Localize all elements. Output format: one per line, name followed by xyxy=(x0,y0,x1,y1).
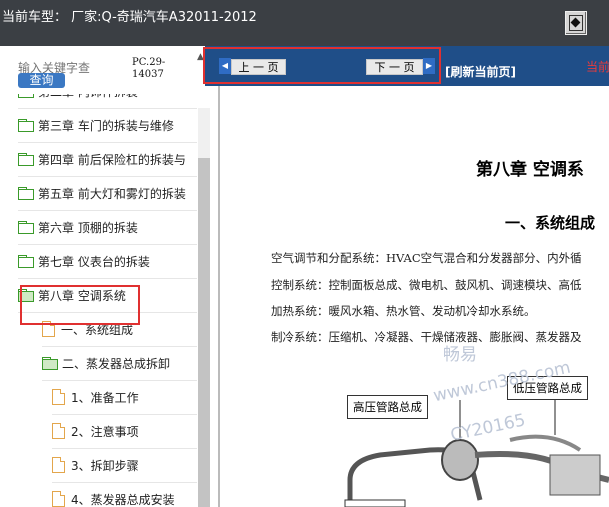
tree-item[interactable]: 4、蒸发器总成安装 xyxy=(52,482,197,507)
tree-scrollbar[interactable] xyxy=(198,108,210,507)
folder-icon xyxy=(18,119,34,132)
tree-item[interactable]: 第五章 前大灯和雾灯的拆装 xyxy=(18,176,197,211)
paragraph-control: 控制系统：控制面板总成、微电机、鼓风机、调速模块、高低 xyxy=(271,278,582,292)
tree-item[interactable]: 第二章 内饰件拆装 xyxy=(18,94,197,109)
folder-icon xyxy=(18,187,34,200)
tree-item[interactable]: 第七章 仪表台的拆装 xyxy=(18,244,197,279)
tree-item-label: 2、注意事项 xyxy=(71,424,139,439)
refresh-page-link[interactable]: [刷新当前页] xyxy=(445,63,516,80)
document-icon xyxy=(52,423,65,439)
document-icon xyxy=(52,491,65,507)
tree-item-label: 第三章 车门的拆装与维修 xyxy=(38,118,174,133)
current-page-label: 当前 xyxy=(586,60,609,74)
document-divider xyxy=(218,86,220,507)
search-button[interactable]: 查询 xyxy=(18,73,65,88)
window-toggle-button[interactable] xyxy=(565,11,587,35)
high-pressure-label: 高压管路总成 xyxy=(347,395,428,419)
tree-item[interactable]: 3、拆卸步骤 xyxy=(52,448,197,483)
top-header-bar: 当前车型： 厂家:Q-奇瑞汽车A32011-2012 xyxy=(0,0,609,46)
tree-item-label: 1、准备工作 xyxy=(71,390,139,405)
folder-icon xyxy=(18,221,34,234)
watermark-brand: 畅易 xyxy=(443,345,477,365)
pc-code-label: PC.29-14037 xyxy=(132,57,166,80)
document-icon xyxy=(52,389,65,405)
tree-item-label: 第六章 顶棚的拆装 xyxy=(38,220,138,235)
tree-item-label: 3、拆卸步骤 xyxy=(71,458,139,473)
tree-item[interactable]: 1、准备工作 xyxy=(52,380,197,415)
tree-item-label: 二、蒸发器总成拆卸 xyxy=(62,356,171,371)
chapter-title: 第八章 空调系 xyxy=(476,160,584,180)
tree-scrollbar-thumb[interactable] xyxy=(198,158,210,507)
tree-item[interactable]: 第六章 顶棚的拆装 xyxy=(18,210,197,245)
left-panel: 查询 PC.29-14037 ▲ 第二章 内饰件拆装第三章 车门的拆装与维修第四… xyxy=(0,46,215,507)
highlight-box-chapter8 xyxy=(20,285,140,325)
tree-item[interactable]: 第四章 前后保险杠的拆装与 xyxy=(18,142,197,177)
tree-item-label: 第五章 前大灯和雾灯的拆装 xyxy=(38,186,186,201)
folder-icon xyxy=(18,153,34,166)
tree-item-label: 第四章 前后保险杠的拆装与 xyxy=(38,152,186,167)
folder-icon xyxy=(18,255,34,268)
paragraph-hvac: 空气调节和分配系统：HVAC空气混合和分发器部分、内外循 xyxy=(271,251,582,265)
tree-item-label: 4、蒸发器总成安装 xyxy=(71,492,175,507)
tree-item-label: 第七章 仪表台的拆装 xyxy=(38,254,150,269)
tree-item-label: 第二章 内饰件拆装 xyxy=(38,94,138,100)
folder-open-icon xyxy=(42,357,58,370)
tree-item[interactable]: 二、蒸发器总成拆卸 xyxy=(42,346,197,381)
tree-item[interactable]: 2、注意事项 xyxy=(52,414,197,449)
highlight-box-nav xyxy=(203,47,441,84)
tree-item[interactable]: 第三章 车门的拆装与维修 xyxy=(18,108,197,143)
section-title: 一、系统组成 xyxy=(505,214,596,232)
current-car-type-label: 当前车型： 厂家:Q-奇瑞汽车A32011-2012 xyxy=(2,10,257,25)
paragraph-cooling: 制冷系统：压缩机、冷凝器、干燥储液器、膨胀阀、蒸发器及 xyxy=(271,330,582,344)
document-icon xyxy=(52,457,65,473)
folder-icon xyxy=(18,94,34,98)
paragraph-heating: 加热系统：暖风水箱、热水管、发动机冷却水系统。 xyxy=(271,304,536,318)
